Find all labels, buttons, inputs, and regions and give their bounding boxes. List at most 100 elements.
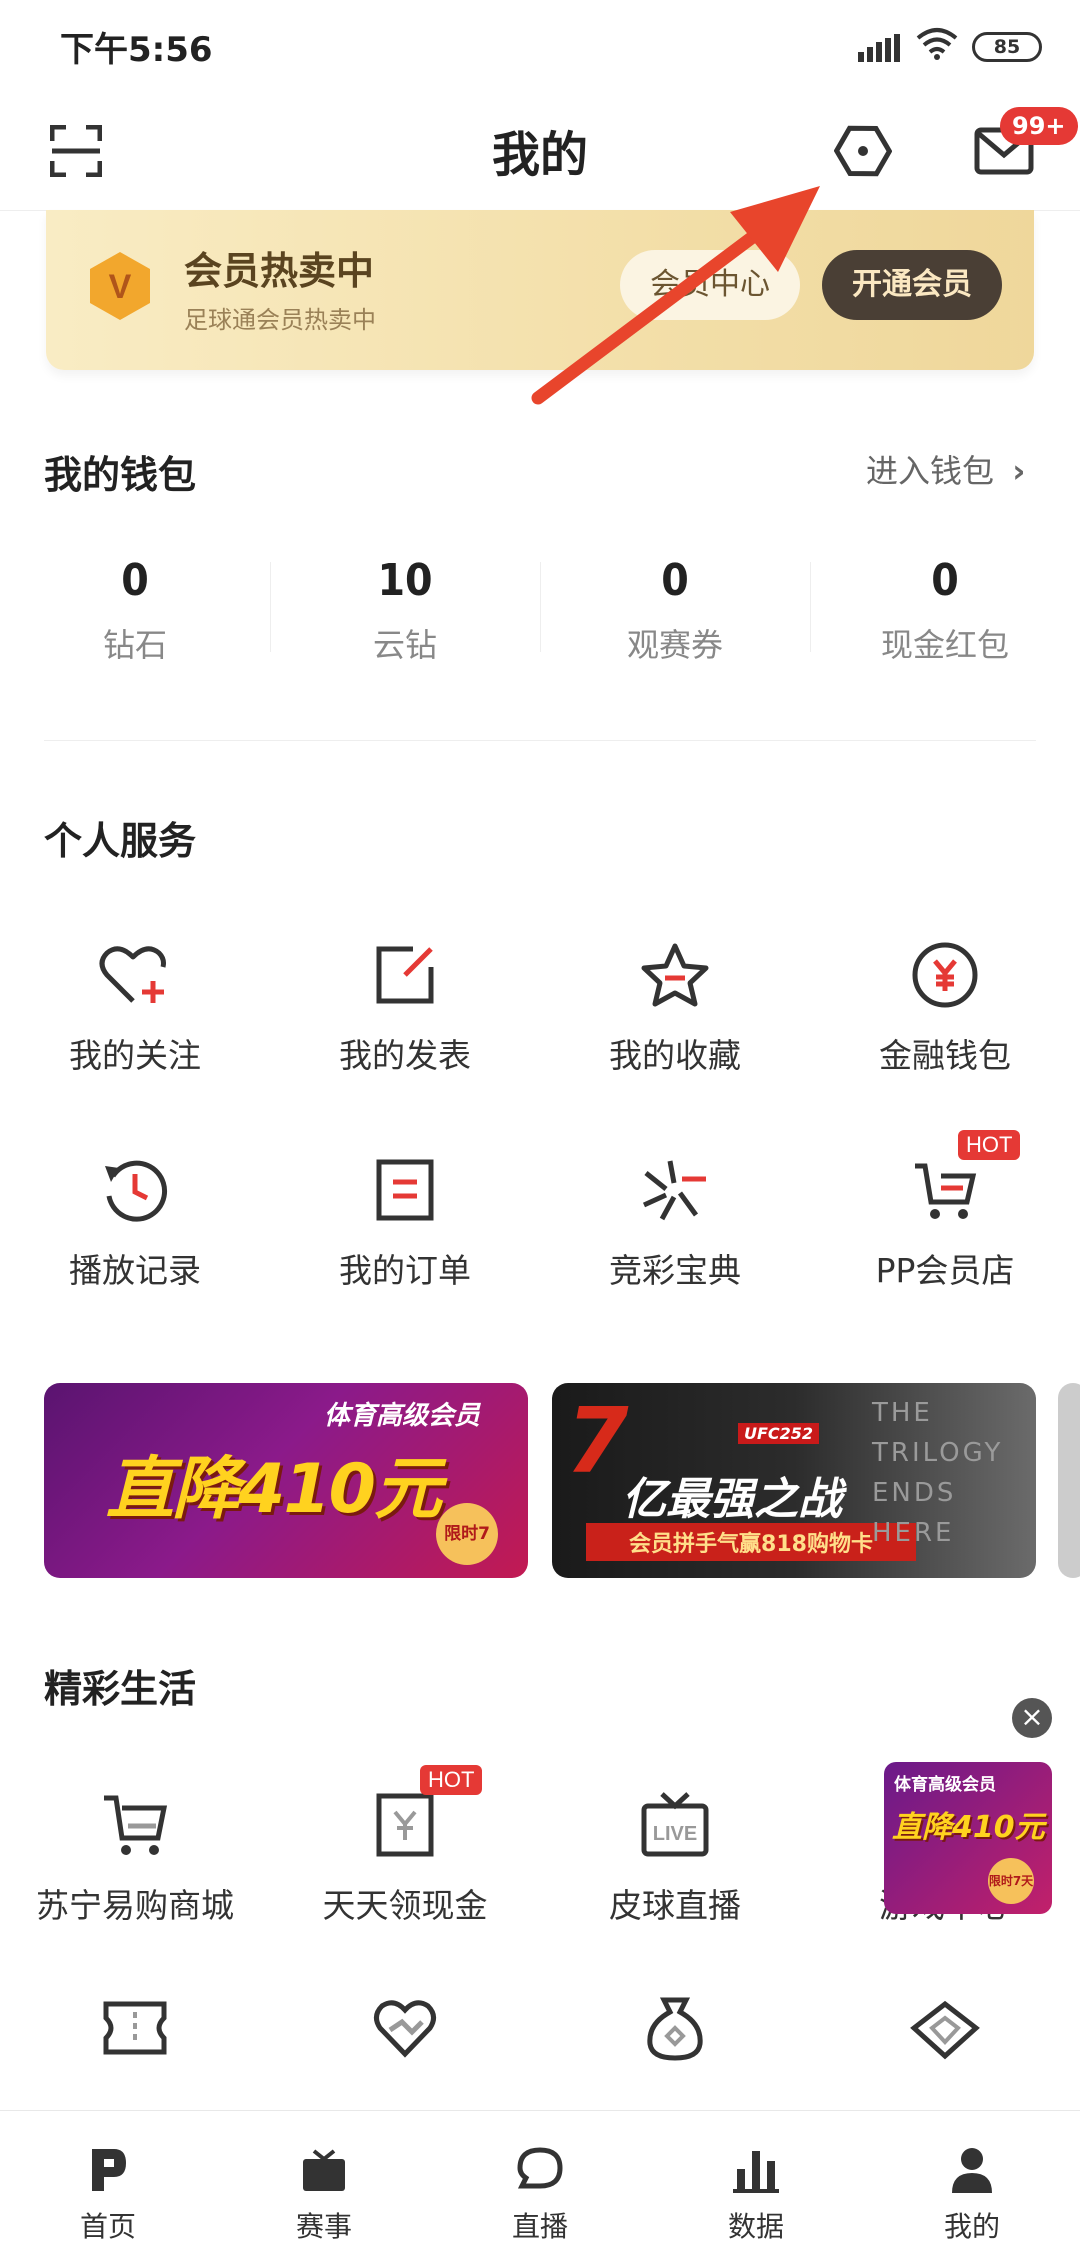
nav-label: 首页 — [79, 2210, 136, 2243]
money-bag-icon — [647, 1997, 703, 2061]
wallet-label: 钻石 — [102, 626, 167, 664]
nav-label: 数据 — [727, 2210, 784, 2243]
promo-banner-ufc[interactable]: UFC252 7 亿最强之战 会员拼手气赢818购物卡 THE TRILOGY … — [552, 1383, 1036, 1578]
service-label: 我的订单 — [339, 1251, 471, 1290]
life-daily-cash[interactable]: 天天领现金 — [270, 1785, 540, 1927]
enter-wallet-label: 进入钱包 — [866, 452, 995, 490]
tv-icon — [303, 2149, 345, 2191]
wallet-item-cash-redpacket[interactable]: 0 现金红包 — [810, 555, 1080, 666]
float-ad-top: 体育高级会员 — [894, 1775, 996, 1795]
life-piqiu-live[interactable]: LIVE 皮球直播 — [540, 1785, 810, 1927]
floating-promo-ad[interactable]: 体育高级会员 直降410元 限时7天 — [884, 1762, 1052, 1914]
history-icon — [105, 1160, 168, 1222]
service-my-posts[interactable]: 我的发表 — [270, 935, 540, 1077]
chat-bubble-icon — [517, 2147, 563, 2189]
hot-badge: HOT — [958, 1130, 1021, 1160]
life-label: 皮球直播 — [609, 1886, 741, 1925]
chevron-right-icon: › — [1012, 452, 1026, 490]
ufc-sub-text: 会员拼手气赢818购物卡 — [586, 1523, 916, 1561]
ticket-icon — [103, 2001, 167, 2055]
wallet-title: 我的钱包 — [44, 453, 197, 497]
close-ad-icon[interactable]: × — [1012, 1698, 1052, 1738]
vip-open-button[interactable]: 开通会员 — [822, 250, 1002, 320]
nav-label: 赛事 — [295, 2210, 352, 2243]
service-label: 金融钱包 — [879, 1036, 1011, 1075]
nav-data[interactable]: 数据 — [648, 2111, 864, 2249]
order-icon — [376, 1159, 434, 1221]
cash-icon — [376, 1793, 434, 1857]
edit-icon — [376, 946, 434, 1004]
service-label: 播放记录 — [69, 1251, 201, 1290]
annotation-arrow — [531, 186, 820, 405]
service-label: 我的收藏 — [609, 1036, 741, 1075]
service-my-follow[interactable]: 我的关注 — [0, 935, 270, 1077]
wallet-label: 观赛券 — [626, 626, 723, 664]
vip-subtitle: 足球通会员热卖中 — [184, 306, 376, 334]
life-label: 苏宁易购商城 — [36, 1886, 234, 1925]
settings-hexagon-icon[interactable] — [834, 122, 892, 180]
nav-label: 我的 — [943, 2210, 1000, 2243]
enter-wallet-link[interactable]: 进入钱包 › — [866, 446, 1025, 492]
status-bar: 下午5:56 85 — [0, 0, 1080, 95]
wallet-label: 现金红包 — [880, 626, 1009, 664]
life-item-money-bag[interactable] — [540, 1996, 810, 2062]
personal-services-title: 个人服务 — [44, 819, 197, 863]
promo-banner-peek[interactable] — [1058, 1383, 1080, 1578]
service-my-orders[interactable]: 我的订单 — [270, 1150, 540, 1292]
service-finance-wallet[interactable]: 金融钱包 — [810, 935, 1080, 1077]
vip-title: 会员热卖中 — [184, 249, 375, 293]
star-icon — [641, 943, 709, 1007]
life-item-charity[interactable] — [270, 1996, 540, 2058]
yen-coin-icon — [912, 942, 978, 1008]
wallet-item-diamond[interactable]: 0 钻石 — [0, 555, 270, 666]
service-play-history[interactable]: 播放记录 — [0, 1150, 270, 1292]
service-my-favorites[interactable]: 我的收藏 — [540, 935, 810, 1077]
ufc-main-text: 亿最强之战 — [622, 1474, 842, 1525]
svg-text:LIVE: LIVE — [653, 1823, 697, 1845]
nav-matches[interactable]: 赛事 — [216, 2111, 432, 2249]
service-label: 我的发表 — [339, 1036, 471, 1075]
nav-live[interactable]: 直播 — [432, 2111, 648, 2249]
wallet-value: 10 — [377, 555, 433, 606]
life-suning-mall[interactable]: 苏宁易购商城 — [0, 1785, 270, 1927]
banner-top-text: 体育高级会员 — [324, 1401, 481, 1431]
message-badge: 99+ — [1000, 107, 1078, 145]
banner-limited-tag: 限时7天 — [436, 1503, 498, 1565]
sparkle-icon — [642, 1160, 706, 1221]
wallet-item-ticket[interactable]: 0 观赛券 — [540, 555, 810, 666]
life-label: 天天领现金 — [322, 1886, 488, 1925]
service-label: 竞彩宝典 — [609, 1251, 741, 1290]
life-item-ticket[interactable] — [0, 2000, 270, 2056]
live-tv-icon: LIVE — [641, 1792, 709, 1857]
vip-logo-icon: V — [90, 252, 150, 320]
banner-main-text: 直降410元 — [106, 1450, 442, 1529]
wifi-icon — [916, 28, 958, 60]
bar-chart-icon — [733, 2151, 779, 2193]
float-ad-tag: 限时7天 — [988, 1858, 1034, 1904]
heart-hand-icon — [374, 2000, 436, 2058]
life-item-diamond[interactable] — [810, 2000, 1080, 2060]
wallet-label: 云钻 — [372, 626, 437, 664]
signal-icon — [858, 34, 900, 62]
heart-plus-icon — [99, 946, 166, 1003]
service-label: 我的关注 — [69, 1036, 201, 1075]
wallet-value: 0 — [661, 555, 689, 606]
wallet-value: 0 — [931, 555, 959, 606]
nav-label: 直播 — [511, 2210, 568, 2243]
ufc-side-text: THE TRILOGY ENDS HERE — [872, 1398, 1004, 1548]
nav-mine[interactable]: 我的 — [864, 2111, 1080, 2249]
user-icon — [952, 2148, 992, 2193]
wallet-item-cloud-diamond[interactable]: 10 云钻 — [270, 555, 540, 666]
ufc-number-icon: 7 — [566, 1389, 629, 1494]
promo-banner-vip[interactable]: 体育高级会员 直降410元 限时7天 — [44, 1383, 528, 1578]
section-divider — [44, 740, 1036, 741]
nav-home[interactable]: 首页 — [0, 2111, 216, 2249]
pp-logo-icon — [92, 2149, 126, 2191]
service-pp-store[interactable]: PP会员店 — [810, 1150, 1080, 1292]
float-ad-main: 直降410元 — [892, 1810, 1045, 1845]
shopping-cart-icon — [104, 1795, 168, 1855]
status-time: 下午5:56 — [60, 30, 213, 70]
hot-badge: HOT — [420, 1765, 483, 1795]
bottom-nav: 首页 赛事 直播 数据 我的 — [0, 2110, 1080, 2249]
service-lottery-guide[interactable]: 竞彩宝典 — [540, 1150, 810, 1292]
